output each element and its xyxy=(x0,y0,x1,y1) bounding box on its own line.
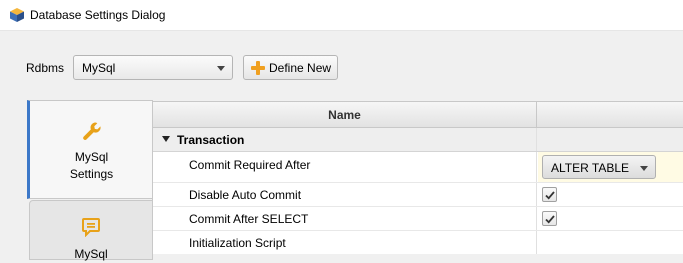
define-new-button[interactable]: Define New xyxy=(243,55,338,80)
commit-after-select-checkbox[interactable] xyxy=(542,211,557,226)
rdbms-label: Rdbms xyxy=(26,61,65,75)
window-title: Database Settings Dialog xyxy=(30,8,166,22)
tab-mysql-settings[interactable]: MySql Settings xyxy=(27,100,153,199)
grid-header: Name xyxy=(153,102,683,128)
tab-mysql-label: MySql xyxy=(74,247,108,261)
property-value-cell: ALTER TABLE xyxy=(538,152,683,182)
rdbms-dropdown-value: MySql xyxy=(82,61,116,75)
table-row[interactable]: Initialization Script xyxy=(153,231,683,254)
property-name-cell: Disable Auto Commit xyxy=(153,183,537,206)
wrench-icon xyxy=(82,122,101,140)
group-value-cell xyxy=(538,128,683,151)
plus-icon xyxy=(251,61,265,75)
tab-mysql-settings-label: MySql Settings xyxy=(69,150,114,181)
app-cube-icon xyxy=(10,8,24,22)
group-cell: Transaction xyxy=(153,128,537,151)
chevron-down-icon xyxy=(640,166,648,171)
chevron-down-icon xyxy=(217,66,225,71)
rdbms-dropdown[interactable]: MySql xyxy=(73,55,233,80)
title-bar: Database Settings Dialog xyxy=(0,0,683,31)
disable-auto-commit-checkbox[interactable] xyxy=(542,187,557,202)
table-row[interactable]: Disable Auto Commit xyxy=(153,183,683,207)
tab-mysql[interactable]: MySql xyxy=(29,200,153,261)
property-label: Disable Auto Commit xyxy=(189,188,302,202)
group-label: Transaction xyxy=(177,133,245,147)
initialization-script-value[interactable] xyxy=(538,231,683,254)
commit-required-after-dropdown[interactable]: ALTER TABLE xyxy=(542,155,656,179)
table-row[interactable]: Commit After SELECT xyxy=(153,207,683,231)
property-value-cell xyxy=(538,207,683,230)
table-row[interactable]: Commit Required After ALTER TABLE xyxy=(153,152,683,183)
checkmark-icon xyxy=(545,191,555,200)
property-name-cell: Commit Required After xyxy=(153,152,537,182)
commit-required-after-value: ALTER TABLE xyxy=(551,161,630,175)
define-new-label: Define New xyxy=(269,61,332,75)
property-label: Commit Required After xyxy=(189,158,311,172)
property-name-cell: Initialization Script xyxy=(153,231,537,254)
property-name-cell: Commit After SELECT xyxy=(153,207,537,230)
checkmark-icon xyxy=(545,215,555,224)
property-label: Commit After SELECT xyxy=(189,212,309,226)
property-label: Initialization Script xyxy=(189,236,286,250)
property-value-cell xyxy=(538,183,683,206)
column-header-name[interactable]: Name xyxy=(153,102,537,127)
property-grid: Name Transaction Commit Required After A… xyxy=(152,101,683,254)
group-row-transaction[interactable]: Transaction xyxy=(153,128,683,152)
expand-triangle-icon[interactable] xyxy=(162,136,170,142)
message-icon xyxy=(82,218,100,237)
